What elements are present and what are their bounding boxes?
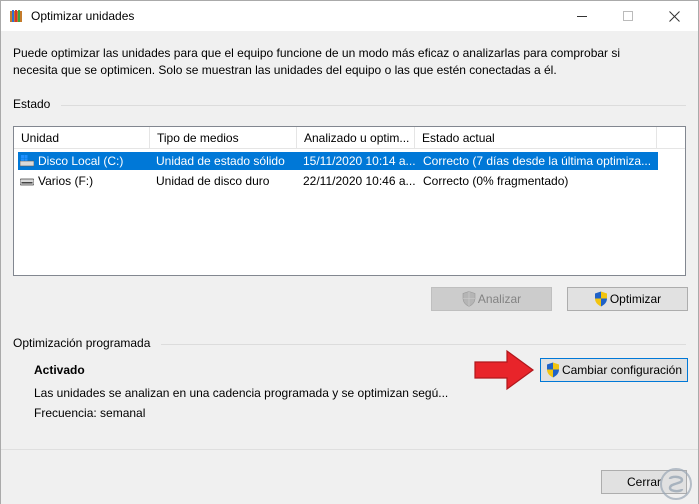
hard-drive-icon: [20, 178, 34, 186]
table-header: Unidad Tipo de medios Analizado u optim.…: [14, 127, 685, 149]
cell-unit: Varios (F:): [38, 174, 94, 188]
optimize-button[interactable]: Optimizar: [567, 287, 688, 311]
analyze-button-label: Analizar: [477, 292, 522, 306]
column-header-analyzed[interactable]: Analizado u optim...: [297, 127, 415, 149]
minimize-icon: [577, 15, 587, 17]
table-row[interactable]: Disco Local (C:) Unidad de estado sólido…: [18, 152, 658, 170]
close-button-label: Cerrar: [626, 475, 661, 489]
cell-analyzed: 15/11/2020 10:14 a...: [303, 154, 416, 168]
red-arrow-icon: [474, 349, 535, 391]
cell-media: Unidad de estado sólido: [156, 154, 285, 168]
drives-table: Unidad Tipo de medios Analizado u optim.…: [13, 126, 686, 276]
analyze-button[interactable]: Analizar: [431, 287, 552, 311]
cell-media: Unidad de disco duro: [156, 174, 270, 188]
maximize-icon: [623, 11, 633, 21]
change-settings-label: Cambiar configuración: [561, 363, 683, 377]
scheduled-section-label: Optimización programada: [13, 336, 151, 350]
title-bar: Optimizar unidades: [1, 1, 698, 31]
scheduled-divider: [161, 344, 686, 345]
defrag-app-icon: [10, 10, 22, 22]
uac-shield-icon: [594, 291, 607, 307]
description-line-2: necesita que se optimicen. Solo se muest…: [13, 63, 557, 77]
cell-analyzed: 22/11/2020 10:46 a...: [303, 174, 416, 188]
footer-bar: [1, 449, 698, 504]
schedule-frequency: Frecuencia: semanal: [34, 406, 146, 420]
minimize-button[interactable]: [559, 1, 605, 31]
column-header-unit[interactable]: Unidad: [14, 127, 150, 149]
close-icon: [668, 10, 680, 22]
site-logo-icon: [660, 468, 692, 500]
optimize-drives-window: Optimizar unidades Puede optimizar las u…: [0, 0, 699, 504]
uac-shield-icon: [462, 291, 476, 307]
window-title: Optimizar unidades: [31, 9, 135, 23]
cell-status: Correcto (0% fragmentado): [423, 174, 569, 188]
cell-unit: Disco Local (C:): [38, 154, 124, 168]
change-settings-button[interactable]: Cambiar configuración: [540, 358, 688, 382]
table-row[interactable]: Varios (F:) Unidad de disco duro 22/11/2…: [18, 172, 658, 190]
close-window-button[interactable]: [651, 1, 697, 31]
status-section-label: Estado: [13, 97, 51, 111]
maximize-button[interactable]: [605, 1, 651, 31]
description-line-1: Puede optimizar las unidades para que el…: [13, 46, 621, 60]
column-header-media-type[interactable]: Tipo de medios: [150, 127, 297, 149]
description-text: Puede optimizar las unidades para que el…: [13, 45, 653, 79]
cell-status: Correcto (7 días desde la última optimiz…: [423, 154, 652, 168]
column-header-current-status[interactable]: Estado actual: [415, 127, 657, 149]
status-divider: [61, 105, 686, 106]
optimize-button-label: Optimizar: [609, 292, 662, 306]
uac-shield-icon: [546, 362, 559, 378]
schedule-state: Activado: [34, 363, 85, 377]
schedule-detail: Las unidades se analizan en una cadencia…: [34, 386, 449, 400]
windows-drive-icon: [20, 155, 34, 167]
